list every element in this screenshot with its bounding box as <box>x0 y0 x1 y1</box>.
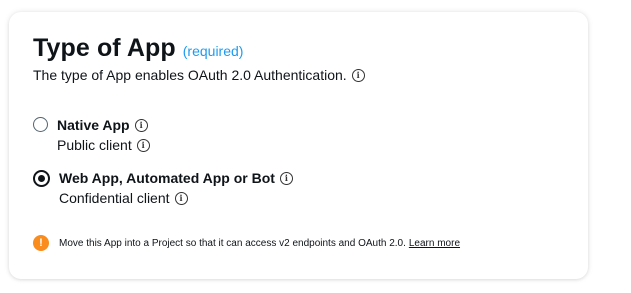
learn-more-link[interactable]: Learn more <box>409 238 460 249</box>
info-icon[interactable]: i <box>351 68 365 82</box>
section-title: Type of App <box>33 34 176 62</box>
option-web-app-sublabel: Confidential client <box>59 190 170 206</box>
option-native-app-text: Native App i Public client i <box>57 115 150 155</box>
info-icon[interactable]: i <box>136 138 150 152</box>
option-web-app[interactable]: Web App, Automated App or Bot i Confiden… <box>33 168 293 208</box>
project-notice: ! Move this App into a Project so that i… <box>33 235 460 251</box>
info-icon[interactable]: i <box>134 118 148 132</box>
section-description: The type of App enables OAuth 2.0 Authen… <box>33 67 365 83</box>
option-label: Web App, Automated App or Bot i <box>59 168 293 188</box>
info-icon[interactable]: i <box>279 171 293 185</box>
required-label: (required) <box>182 43 244 59</box>
option-native-app-label: Native App <box>57 117 130 133</box>
option-web-app-label: Web App, Automated App or Bot <box>59 170 275 186</box>
option-label: Native App i <box>57 115 150 135</box>
radio-web-app[interactable] <box>33 170 50 187</box>
title-row: Type of App (required) <box>33 34 243 63</box>
notice-text: Move this App into a Project so that it … <box>59 237 406 249</box>
option-web-app-text: Web App, Automated App or Bot i Confiden… <box>59 168 293 208</box>
exclamation-icon: ! <box>33 235 49 251</box>
description-text: The type of App enables OAuth 2.0 Authen… <box>33 67 347 83</box>
app-type-card: Type of App (required) The type of App e… <box>9 12 588 279</box>
option-sublabel: Confidential client i <box>59 188 293 208</box>
info-icon[interactable]: i <box>174 191 188 205</box>
radio-native-app[interactable] <box>33 117 48 132</box>
option-sublabel: Public client i <box>57 135 150 155</box>
option-native-app-sublabel: Public client <box>57 137 132 153</box>
option-native-app[interactable]: Native App i Public client i <box>33 115 150 155</box>
